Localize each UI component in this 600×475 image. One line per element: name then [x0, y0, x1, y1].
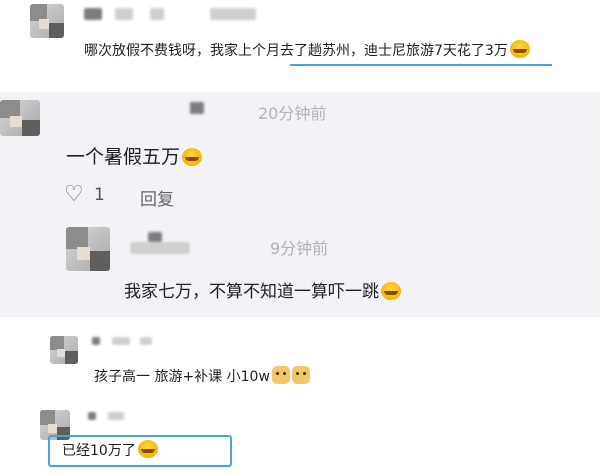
laugh-cry-icon: [182, 148, 203, 166]
comment-text: 已经10万了: [62, 440, 158, 460]
comment-thread: 20分钟前 一个暑假五万 ♡ 1 回复 9分钟前 我家七万，不算不知道一算吓一跳: [0, 92, 600, 317]
comment-3-and-4: 孩子高一 旅游+补课 小10w 已经10万了: [0, 317, 600, 475]
laugh-cry-icon: [509, 40, 530, 58]
cat-emoji-icon: [271, 366, 290, 384]
avatar[interactable]: [66, 227, 110, 271]
username-redacted: [190, 102, 204, 114]
like-heart-icon[interactable]: ♡: [64, 184, 86, 206]
reply-button[interactable]: 回复: [140, 185, 174, 210]
username-redacted: [148, 232, 162, 242]
timestamp: 9分钟前: [270, 239, 329, 258]
avatar[interactable]: [50, 336, 78, 364]
reply-text: 我家七万，不算不知道一算吓一跳: [124, 277, 401, 302]
username-redacted: [108, 412, 124, 420]
laugh-cry-icon: [381, 282, 401, 300]
username-redacted: [140, 337, 152, 345]
username-redacted: [84, 8, 102, 20]
username-redacted: [210, 8, 256, 20]
username-redacted: [115, 8, 133, 20]
comment-1: 哪次放假不费钱呀，我家上个月去了趟苏州，迪士尼旅游7天花了3万: [0, 0, 600, 92]
cat-emoji-icon: [291, 366, 310, 384]
avatar[interactable]: [0, 100, 40, 136]
timestamp: 20分钟前: [258, 104, 327, 123]
username-redacted: [112, 337, 130, 345]
username-redacted: [150, 8, 164, 20]
username-redacted: [88, 412, 96, 420]
highlight-underline: [290, 64, 552, 66]
laugh-cry-icon: [137, 440, 158, 458]
like-count: 1: [94, 185, 105, 205]
username-redacted: [130, 242, 190, 254]
comment-text: 孩子高一 旅游+补课 小10w: [94, 366, 310, 386]
avatar[interactable]: [30, 4, 64, 38]
comment-text: 哪次放假不费钱呀，我家上个月去了趟苏州，迪士尼旅游7天花了3万: [84, 40, 530, 60]
username-redacted: [92, 337, 100, 345]
comment-text: 一个暑假五万: [66, 142, 203, 169]
